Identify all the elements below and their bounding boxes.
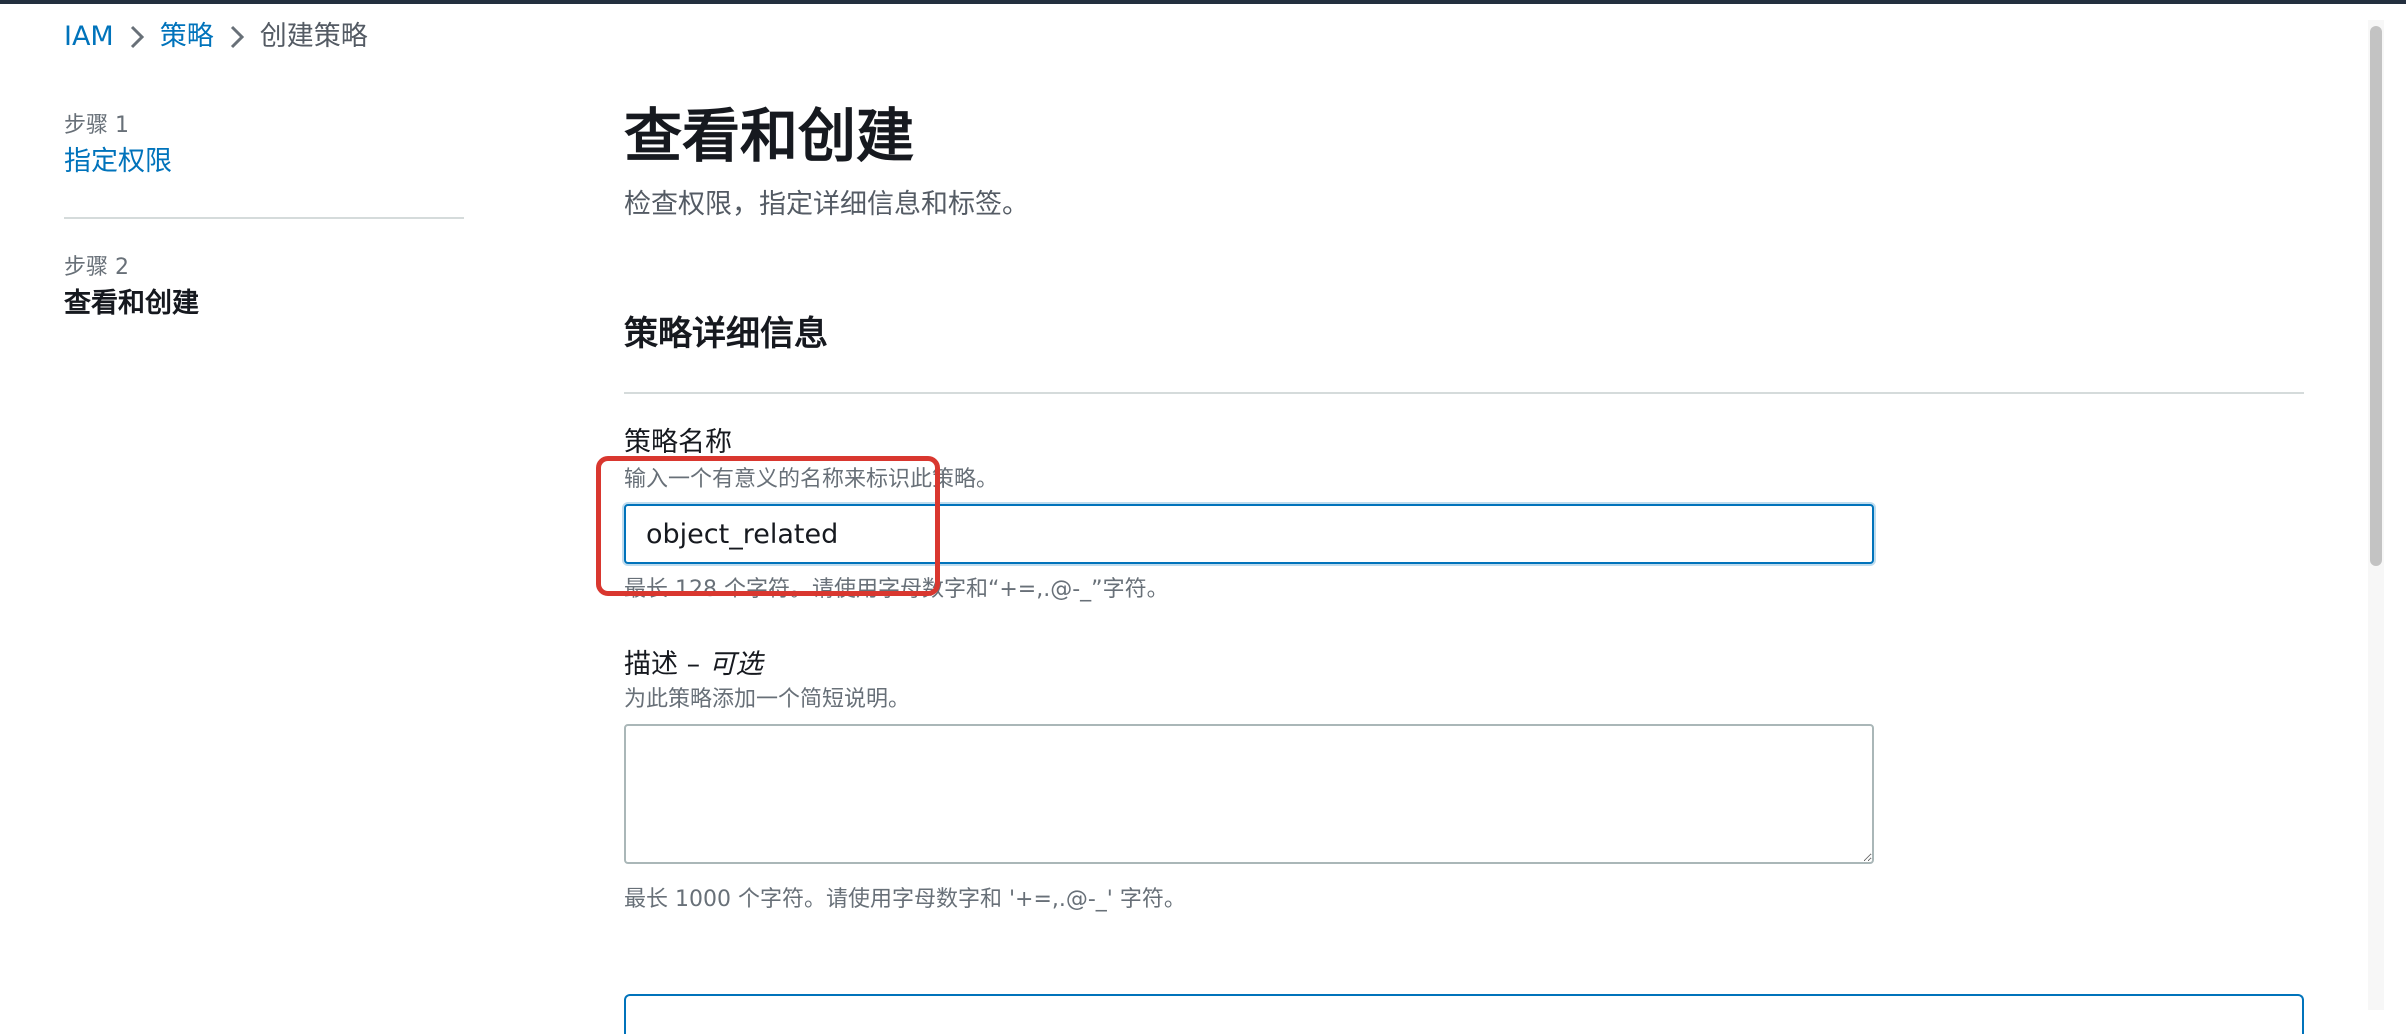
page-title: 查看和创建 xyxy=(624,102,915,170)
breadcrumb-iam[interactable]: IAM xyxy=(64,18,114,56)
step-2: 步骤 2 查看和创建 xyxy=(64,252,199,324)
chevron-right-icon xyxy=(114,18,160,56)
chevron-right-icon xyxy=(214,18,260,56)
description-help-text: 为此策略添加一个简短说明。 xyxy=(624,687,911,712)
step-1-label: 步骤 1 xyxy=(64,113,129,138)
step-1-link[interactable]: 指定权限 xyxy=(64,142,172,182)
policy-name-description: 输入一个有意义的名称来标识此策略。 xyxy=(624,467,999,492)
breadcrumb-create-policy: 创建策略 xyxy=(259,21,368,52)
scrollbar-thumb[interactable] xyxy=(2370,26,2382,566)
step-2-current: 查看和创建 xyxy=(64,288,199,319)
section-title-policy-details: 策略详细信息 xyxy=(624,314,828,354)
policy-name-input[interactable] xyxy=(624,504,1874,564)
section-divider xyxy=(624,392,2304,394)
step-divider xyxy=(64,217,464,219)
step-1: 步骤 1 指定权限 xyxy=(64,110,172,182)
description-textarea[interactable] xyxy=(624,724,1874,864)
main-content: 查看和创建 检查权限，指定详细信息和标签。 策略详细信息 策略名称 输入一个有意… xyxy=(624,0,2304,1034)
optional-tag: 可选 xyxy=(708,649,763,680)
description-label: 描述 – 可选 xyxy=(624,646,763,684)
page-subtitle: 检查权限，指定详细信息和标签。 xyxy=(624,189,1029,220)
breadcrumb-policies[interactable]: 策略 xyxy=(160,18,214,56)
description-constraint: 最长 1000 个字符。请使用字母数字和 '+=,.@-_' 字符。 xyxy=(624,887,1186,912)
breadcrumb: IAM 策略 创建策略 xyxy=(64,18,368,56)
next-section-panel xyxy=(624,994,2304,1034)
policy-name-label: 策略名称 xyxy=(624,427,732,458)
description-label-text: 描述 – xyxy=(624,649,701,680)
policy-name-constraint: 最长 128 个字符。请使用字母数字和“+=,.@-_”字符。 xyxy=(624,577,1169,602)
step-2-label: 步骤 2 xyxy=(64,255,129,280)
